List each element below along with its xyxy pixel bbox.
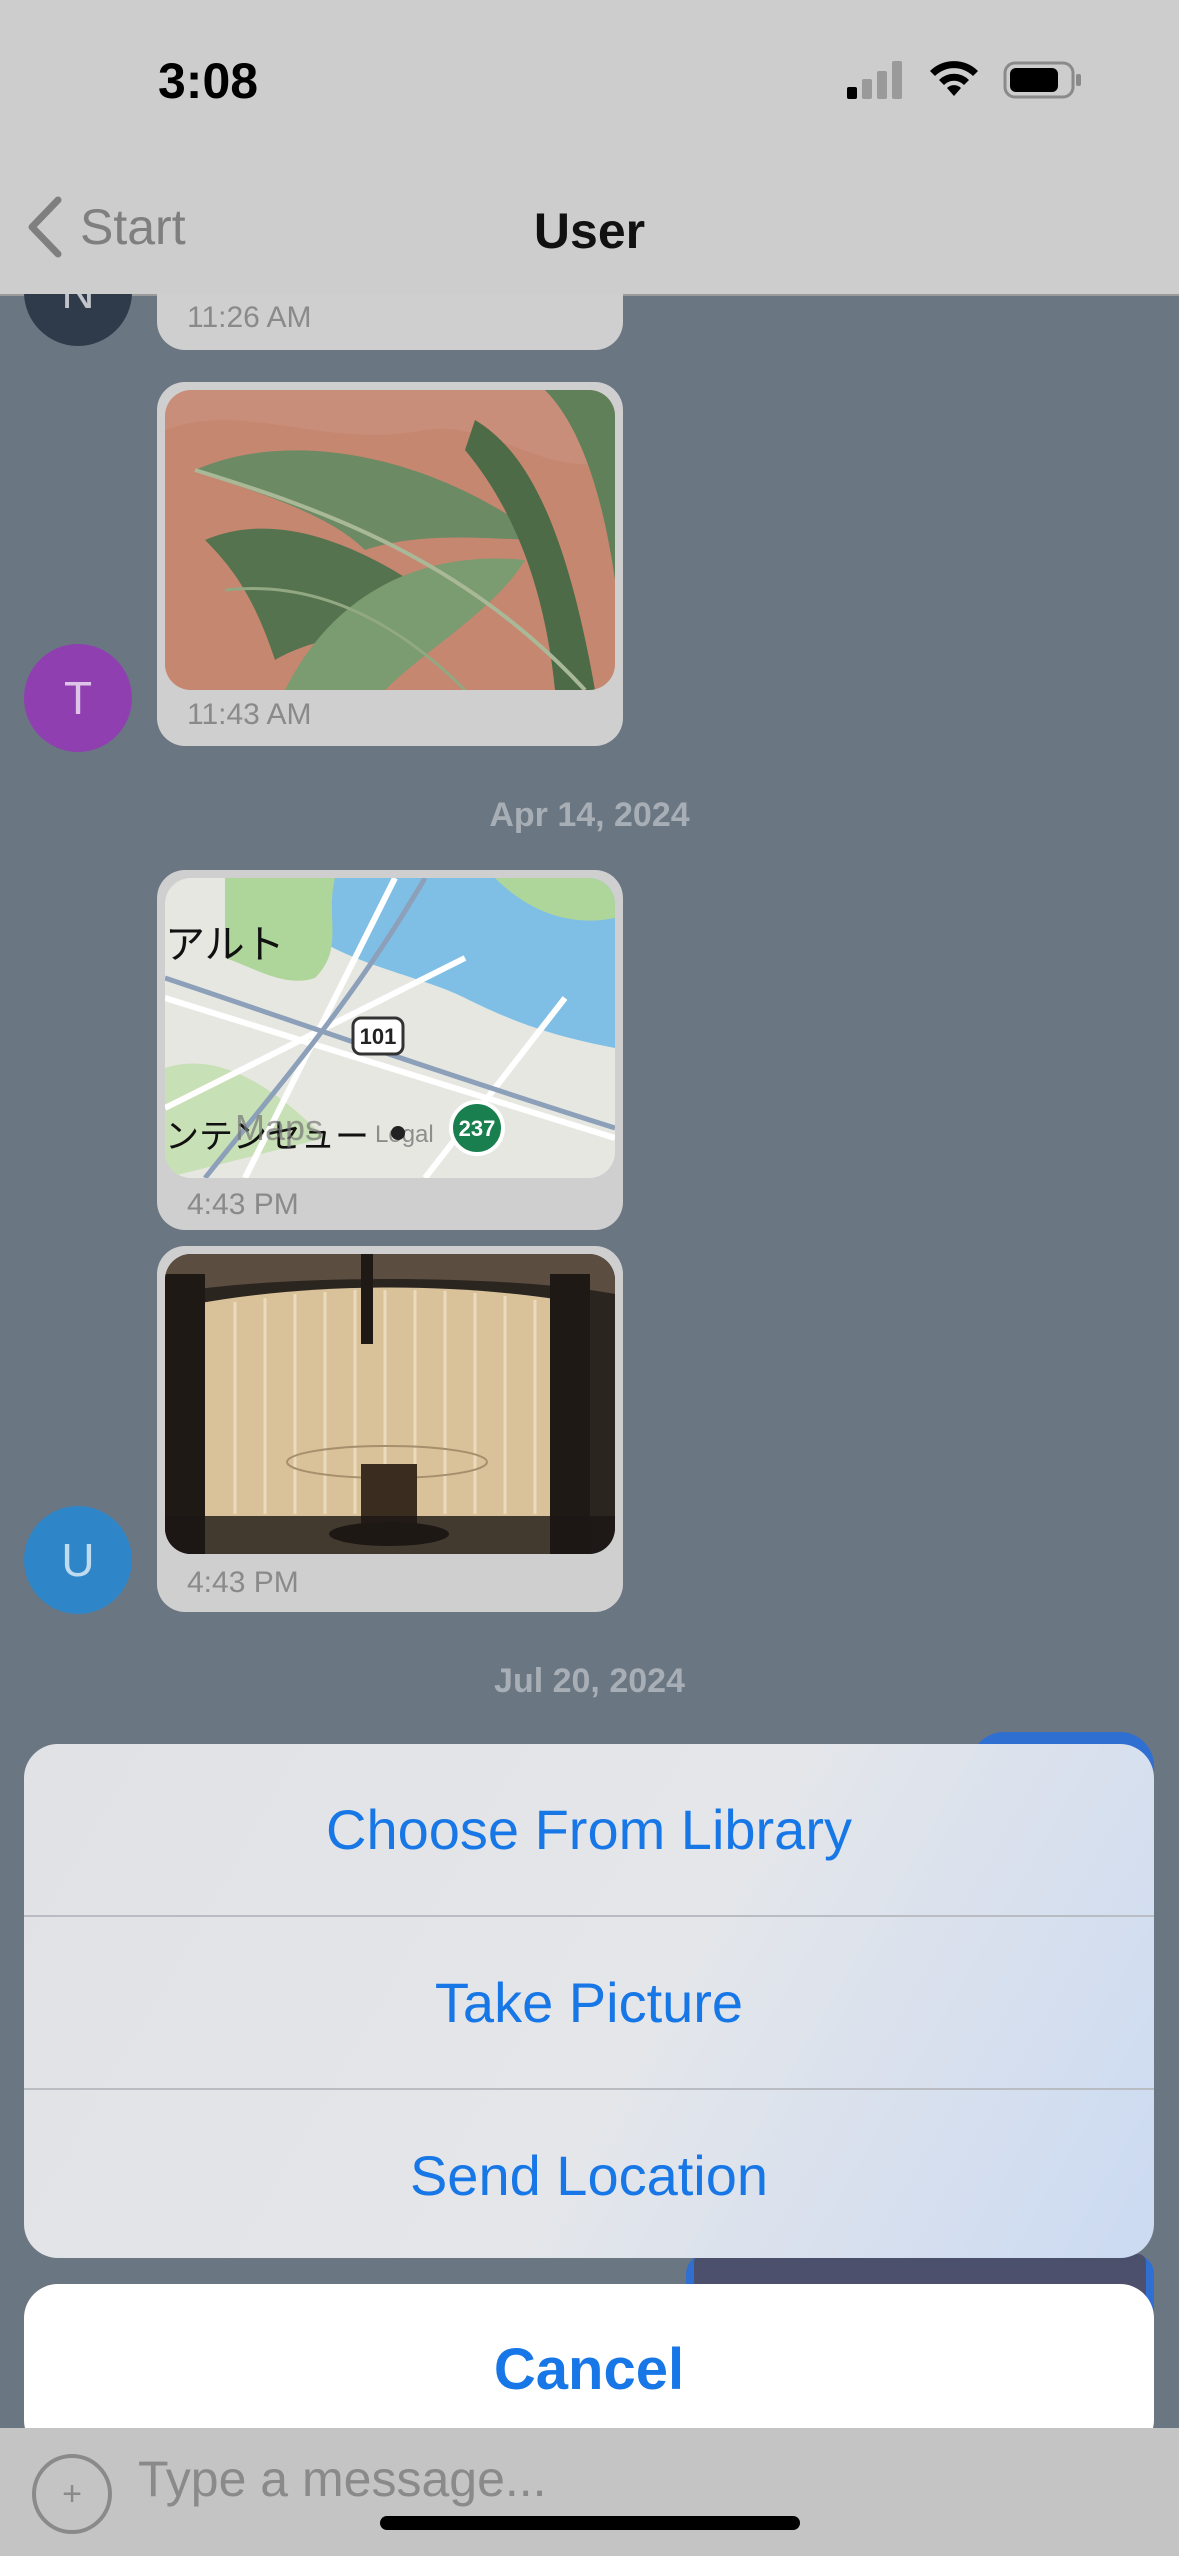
avatar-initial: N [61, 294, 94, 319]
lounge-interior-photo[interactable] [165, 1254, 615, 1554]
message-composer: + Type a message... [0, 2428, 1179, 2556]
avatar[interactable]: N [24, 294, 132, 346]
map-maps-label: Maps [235, 1107, 323, 1148]
wifi-icon [930, 61, 978, 96]
message-time: 4:43 PM [187, 1566, 299, 1599]
choose-from-library-button[interactable]: Choose From Library [24, 1744, 1154, 1917]
attach-button[interactable]: + [32, 2454, 112, 2534]
status-time: 3:08 [158, 53, 259, 109]
battery-icon [1003, 61, 1081, 99]
home-indicator[interactable] [380, 2516, 800, 2530]
status-icons [847, 60, 1083, 100]
date-separator: Apr 14, 2024 [489, 796, 690, 834]
avatar[interactable]: T [24, 644, 132, 752]
message-time: 11:26 AM [187, 301, 312, 334]
message-bubble[interactable]: 11:43 AM [157, 382, 623, 746]
take-picture-button[interactable]: Take Picture [24, 1917, 1154, 2090]
location-map[interactable]: 101 237 アルト ンテンセュー Maps Legal [165, 878, 615, 1178]
page-title: User [533, 203, 646, 259]
navigation-bar: Start User [0, 176, 1179, 296]
date-separator: Jul 20, 2024 [494, 1662, 685, 1700]
banana-leaf-photo[interactable] [165, 390, 615, 690]
map-highway-label: 101 [360, 1024, 397, 1049]
message-time: 4:43 PM [187, 1188, 299, 1221]
avatar-initial: U [61, 1534, 95, 1586]
avatar-initial: T [63, 672, 93, 724]
map-route-label: 237 [459, 1116, 496, 1141]
plus-icon: + [62, 2474, 82, 2513]
status-bar: 3:08 [0, 0, 1179, 176]
attachment-action-sheet: Choose From Library Take Picture Send Lo… [24, 1744, 1154, 2258]
avatar[interactable]: U [24, 1506, 132, 1614]
message-bubble[interactable]: 11:26 AM [157, 294, 623, 350]
map-label-text: アルト [165, 922, 285, 968]
message-input[interactable]: Type a message... [138, 2450, 547, 2508]
message-bubble[interactable]: 4:43 PM [157, 1246, 623, 1612]
send-location-button[interactable]: Send Location [24, 2090, 1154, 2258]
cellular-signal-icon [847, 61, 902, 99]
message-bubble[interactable]: 101 237 アルト ンテンセュー Maps Legal 4:43 PM [157, 870, 623, 1230]
message-time: 11:43 AM [187, 698, 312, 731]
